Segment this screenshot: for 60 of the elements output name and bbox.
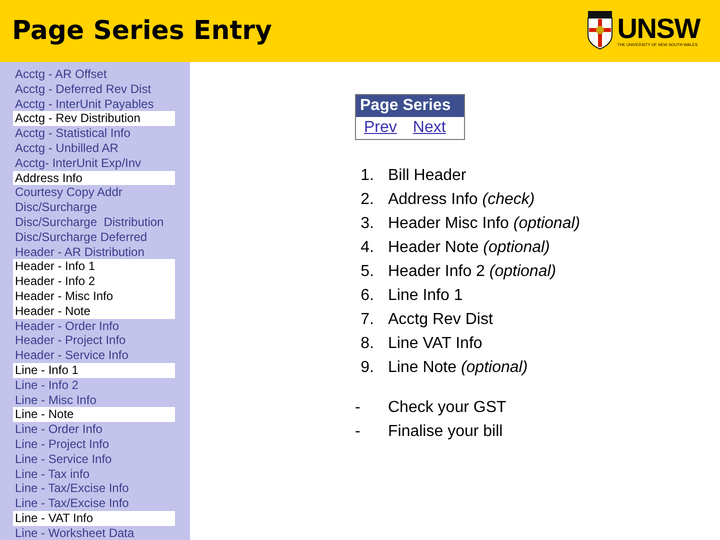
step-number: 2.: [360, 190, 375, 210]
sidebar-item[interactable]: Acctg- InterUnit Exp/Inv: [13, 156, 175, 171]
step-text: Line Info 1: [387, 286, 463, 306]
sidebar-item[interactable]: Header - Misc Info: [13, 288, 175, 304]
sidebar-item[interactable]: Disc/Surcharge: [13, 200, 175, 215]
step-text: Acctg Rev Dist: [387, 310, 493, 330]
sidebar-item[interactable]: Line - Project Info: [13, 436, 175, 452]
sidebar-item[interactable]: Header - AR Distribution: [13, 244, 175, 260]
pager-link[interactable]: Next: [412, 117, 446, 139]
note-text: Finalise your bill: [387, 422, 503, 442]
sidebar-item[interactable]: Line - Order Info: [13, 422, 175, 437]
pager-link[interactable]: Prev: [364, 117, 397, 139]
step-number: 4.: [360, 238, 375, 258]
page-series-title: Page Series: [356, 95, 464, 117]
step-number: 3.: [360, 214, 375, 234]
note-bullet: -: [354, 398, 362, 418]
page-title: Page Series Entry: [12, 14, 272, 48]
step-number: 5.: [360, 262, 375, 282]
step-text: Bill Header: [387, 166, 466, 186]
sidebar-item[interactable]: Disc/Surcharge Distribution: [13, 214, 175, 230]
sidebar-item[interactable]: Acctg - InterUnit Payables: [13, 96, 175, 112]
crest-icon: [587, 11, 614, 51]
sidebar-item[interactable]: Acctg - Statistical Info: [13, 126, 175, 141]
step-text: Header Misc Info (optional): [387, 214, 580, 234]
step-text: Line VAT Info: [387, 334, 482, 354]
sidebar-item[interactable]: Acctg - Deferred Rev Dist: [13, 82, 175, 97]
sidebar-item[interactable]: Line - Tax/Excise Info: [13, 496, 175, 511]
sidebar-item[interactable]: Acctg - Rev Distribution: [13, 111, 175, 126]
sidebar-item[interactable]: Address Info: [13, 170, 175, 186]
sidebar-item[interactable]: Line - Tax info: [13, 466, 175, 482]
step-text: Line Note (optional): [387, 358, 528, 378]
sidebar-item[interactable]: Acctg - Unbilled AR: [13, 140, 175, 156]
sidebar-item[interactable]: Line - Service Info: [13, 452, 175, 467]
sidebar-item[interactable]: Line - VAT Info: [13, 510, 175, 526]
sidebar-item[interactable]: Header - Info 1: [13, 259, 175, 274]
sidebar-item[interactable]: Line - Note: [13, 407, 175, 422]
step-text: Address Info (check): [387, 190, 535, 210]
logo-wordmark: UNSW: [617, 15, 700, 43]
sidebar-item[interactable]: Header - Service Info: [13, 348, 175, 363]
sidebar-item[interactable]: Line - Worksheet Data: [13, 526, 175, 540]
sidebar-item[interactable]: Acctg - AR Offset: [13, 67, 175, 82]
sidebar-item[interactable]: Courtesy Copy Addr: [13, 185, 175, 200]
sidebar-item[interactable]: Disc/Surcharge Deferred: [13, 230, 175, 245]
note-text: Check your GST: [387, 398, 506, 418]
note-bullet: -: [354, 422, 362, 442]
sidebar-item[interactable]: Line - Tax/Excise Info: [13, 481, 175, 496]
sidebar-item[interactable]: Header - Project Info: [13, 333, 175, 348]
sidebar-item[interactable]: Header - Order Info: [13, 318, 175, 334]
step-text: Header Info 2 (optional): [387, 262, 556, 282]
step-number: 8.: [360, 334, 375, 354]
sidebar-item[interactable]: Line - Info 2: [13, 378, 175, 393]
step-number: 6.: [360, 286, 375, 306]
sidebar-item[interactable]: Line - Info 1: [13, 362, 175, 378]
sidebar-item[interactable]: Header - Note: [13, 304, 175, 319]
sidebar-item[interactable]: Line - Misc Info: [13, 392, 175, 408]
step-text: Header Note (optional): [387, 238, 550, 258]
step-number: 7.: [360, 310, 375, 330]
sidebar-item[interactable]: Header - Info 2: [13, 274, 175, 289]
step-number: 1.: [360, 166, 375, 186]
step-number: 9.: [360, 358, 375, 378]
